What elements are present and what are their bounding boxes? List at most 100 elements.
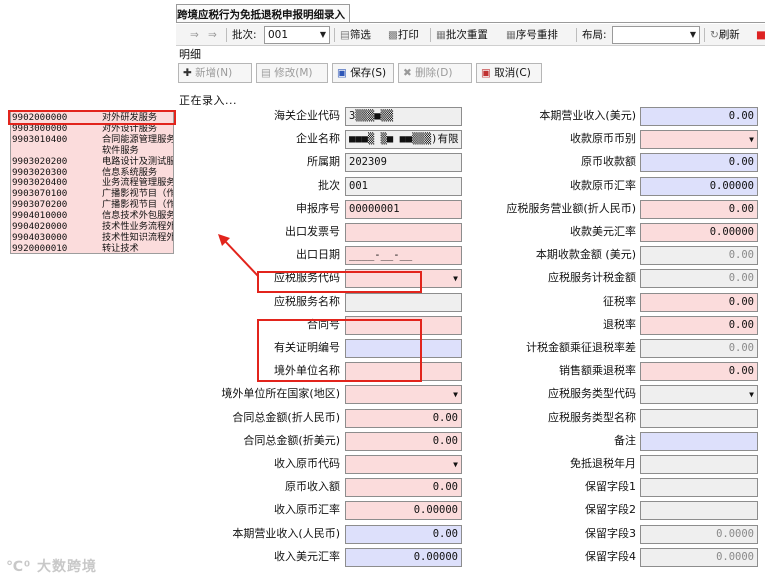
select-field[interactable]: ▼ bbox=[640, 385, 758, 404]
grid-icon: ▦ bbox=[506, 29, 516, 41]
input-field[interactable]: 0.00000 bbox=[345, 548, 462, 567]
input-field[interactable]: 0.0000 bbox=[640, 525, 758, 544]
field-value: 0.00000 bbox=[709, 226, 754, 238]
field-label: 销售额乘退税率 bbox=[559, 364, 636, 377]
field-label: 征税率 bbox=[603, 295, 636, 308]
input-field[interactable] bbox=[640, 409, 758, 428]
seq-reorder-button[interactable]: ▦序号重排 bbox=[506, 27, 558, 43]
chevron-down-icon[interactable]: ▼ bbox=[749, 131, 754, 148]
select-field[interactable]: ▼ bbox=[345, 455, 462, 474]
dropdown-item-name: 技术性知识流程外包服 bbox=[102, 231, 173, 243]
edit-button[interactable]: ▤ 修改(M) bbox=[256, 63, 328, 83]
save-icon: ▣ bbox=[337, 67, 347, 79]
input-field[interactable]: 0.00 bbox=[345, 409, 462, 428]
input-field[interactable]: 0.00 bbox=[640, 339, 758, 358]
batch-select-value: 001 bbox=[268, 29, 289, 41]
input-field[interactable]: 0.00 bbox=[640, 107, 758, 126]
print-button[interactable]: ▩打印 bbox=[388, 27, 419, 43]
dropdown-item[interactable]: 9903010400 合同能源管理服务（合 bbox=[11, 134, 173, 145]
input-field[interactable]: 0.00 bbox=[640, 362, 758, 381]
field-label: 保留字段3 bbox=[585, 527, 636, 540]
input-field[interactable]: 0.00000 bbox=[640, 177, 758, 196]
input-field[interactable]: 0.00000 bbox=[345, 501, 462, 520]
input-field[interactable] bbox=[640, 455, 758, 474]
field-label: 企业名称 bbox=[296, 132, 340, 145]
dropdown-item[interactable]: 9920000010 转让技术 bbox=[11, 243, 173, 254]
chevron-down-icon[interactable]: ▼ bbox=[453, 456, 458, 473]
input-field[interactable]: ____-__-__ bbox=[345, 246, 462, 265]
field-label: 海关企业代码 bbox=[274, 109, 340, 122]
refresh-button[interactable]: ↻刷新 bbox=[710, 27, 740, 43]
input-field[interactable]: 0.00 bbox=[345, 525, 462, 544]
chevron-down-icon[interactable]: ▼ bbox=[453, 270, 458, 287]
field-label: 保留字段2 bbox=[585, 503, 636, 516]
dropdown-item-name: 信息系统服务 bbox=[102, 166, 158, 178]
dropdown-item[interactable]: 9903020400 业务流程管理服务 bbox=[11, 177, 173, 188]
chevron-down-icon[interactable]: ▼ bbox=[749, 386, 754, 403]
layout-select[interactable]: ▼ bbox=[612, 26, 700, 44]
cancel-button[interactable]: ▣ 取消(C) bbox=[476, 63, 542, 83]
dropdown-item[interactable]: 9903020300 信息系统服务 bbox=[11, 167, 173, 178]
close-icon[interactable]: ■ bbox=[756, 27, 765, 43]
dropdown-item-code: 9903020200 bbox=[12, 155, 68, 167]
field-value: 0.00000 bbox=[413, 551, 458, 563]
input-field[interactable] bbox=[640, 432, 758, 451]
input-field[interactable]: 0.00 bbox=[640, 246, 758, 265]
field-value: 0.00 bbox=[432, 528, 458, 540]
input-field[interactable]: 0.00 bbox=[640, 153, 758, 172]
field-value: ■■■▒ ▒■ ■■▒▒▒)有限 bbox=[349, 133, 459, 145]
dropdown-item[interactable]: 9903070200 广播影视节目（作品） bbox=[11, 199, 173, 210]
delete-button[interactable]: ✖ 删除(D) bbox=[398, 63, 472, 83]
field-value: ____-__-__ bbox=[349, 249, 413, 261]
field-label: 应税服务营业额(折人民币) bbox=[506, 202, 636, 215]
batch-select[interactable]: 001 ▼ bbox=[264, 26, 330, 44]
seq-reorder-label: 序号重排 bbox=[515, 29, 558, 41]
dropdown-item[interactable]: 9903020200 电路设计及测试服务 bbox=[11, 156, 173, 167]
dropdown-item-code: 9920000010 bbox=[12, 242, 68, 254]
input-field[interactable] bbox=[345, 293, 462, 312]
service-code-dropdown-list[interactable]: 9902000000 对外研发服务 9903000000 对外设计服务 99030104… bbox=[10, 110, 174, 254]
dropdown-item-name: 软件服务 bbox=[102, 144, 139, 156]
input-field[interactable]: 202309 bbox=[345, 153, 462, 172]
input-field[interactable]: 0.00 bbox=[640, 269, 758, 288]
dropdown-item[interactable]: 软件服务 bbox=[11, 145, 173, 156]
input-field[interactable]: 3▒▒▒■▒▒ bbox=[345, 107, 462, 126]
input-field[interactable]: 0.00000 bbox=[640, 223, 758, 242]
field-label: 出口发票号 bbox=[285, 225, 340, 238]
dropdown-item[interactable]: 9904010000 信息技术外包服务（IT bbox=[11, 210, 173, 221]
input-field[interactable] bbox=[640, 478, 758, 497]
input-field[interactable] bbox=[345, 223, 462, 242]
select-field[interactable]: ▼ bbox=[345, 385, 462, 404]
field-value: 0.00 bbox=[432, 412, 458, 424]
input-field[interactable]: 0.00 bbox=[345, 478, 462, 497]
input-field[interactable]: 001 bbox=[345, 177, 462, 196]
input-field[interactable]: 0.0000 bbox=[640, 548, 758, 567]
select-field[interactable]: ▼ bbox=[640, 130, 758, 149]
input-field[interactable]: 0.00 bbox=[640, 200, 758, 219]
input-field[interactable]: 0.00 bbox=[640, 293, 758, 312]
field-value: 0.0000 bbox=[716, 528, 754, 540]
batch-reset-button[interactable]: ▦批次重置 bbox=[436, 27, 488, 43]
filter-button[interactable]: ▤筛选 bbox=[340, 27, 371, 43]
save-button[interactable]: ▣ 保存(S) bbox=[332, 63, 394, 83]
input-field[interactable]: 00000001 bbox=[345, 200, 462, 219]
field-label: 出口日期 bbox=[296, 248, 340, 261]
field-label: 境外单位所在国家(地区) bbox=[221, 387, 340, 400]
input-field[interactable] bbox=[640, 501, 758, 520]
input-field[interactable]: ■■■▒ ▒■ ■■▒▒▒)有限 bbox=[345, 130, 462, 149]
add-button[interactable]: ✚ 新增(N) bbox=[178, 63, 252, 83]
chevron-down-icon[interactable]: ▼ bbox=[453, 386, 458, 403]
field-label: 批次 bbox=[318, 179, 340, 192]
field-label: 收入原币代码 bbox=[274, 457, 340, 470]
dropdown-item[interactable]: 9904020000 技术性业务流程外包服 bbox=[11, 221, 173, 232]
cancel-label: 取消(C) bbox=[494, 67, 531, 79]
input-field[interactable]: 0.00 bbox=[640, 316, 758, 335]
field-label: 原币收款额 bbox=[581, 155, 636, 168]
window-tab[interactable]: 跨境应税行为免抵退税申报明细录入 bbox=[176, 4, 350, 23]
chevron-down-icon: ▼ bbox=[319, 30, 326, 39]
dropdown-item[interactable]: 9903070100 广播影视节目（作品） bbox=[11, 188, 173, 199]
dropdown-item[interactable]: 9904030000 技术性知识流程外包服 bbox=[11, 232, 173, 243]
forward-arrow-icon[interactable]: ⇒ bbox=[208, 27, 217, 43]
input-field[interactable]: 0.00 bbox=[345, 432, 462, 451]
back-arrow-icon[interactable]: ⇒ bbox=[190, 27, 199, 43]
